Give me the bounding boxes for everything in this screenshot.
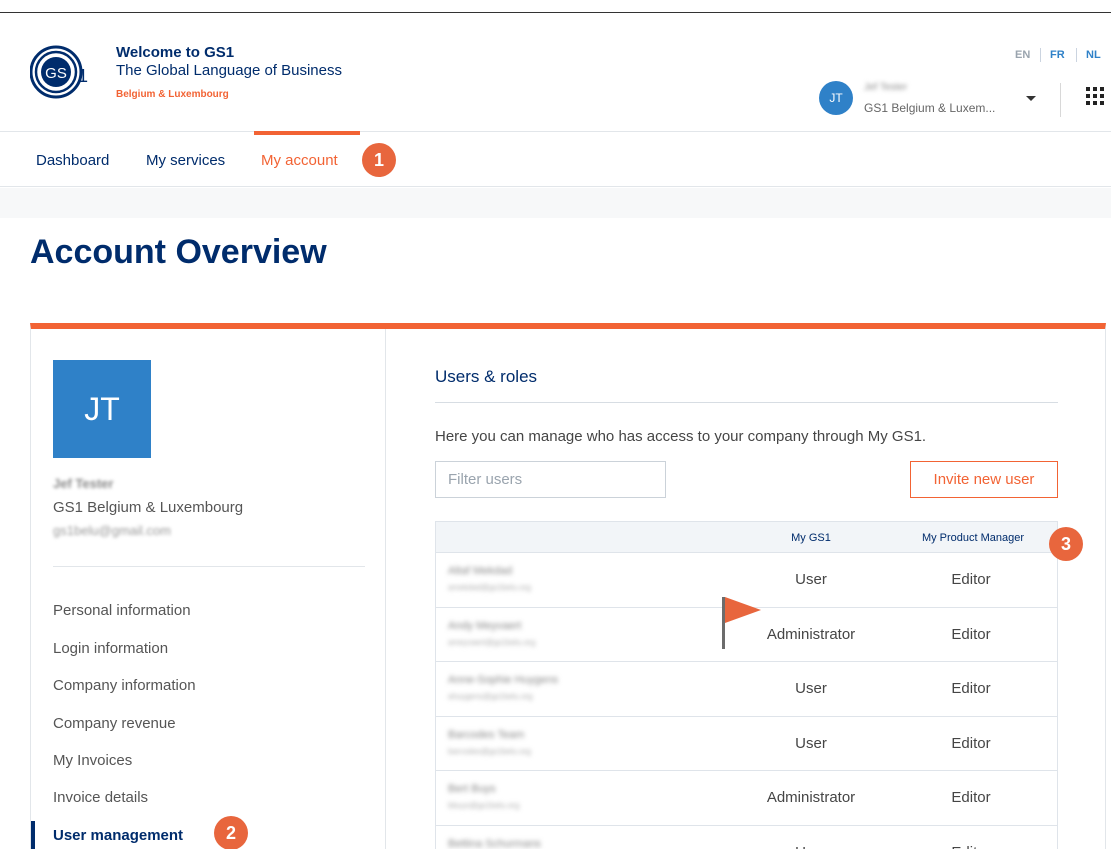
lang-en[interactable]: EN bbox=[1015, 49, 1030, 61]
user-product-manager-role: Editor bbox=[951, 625, 991, 643]
filter-users-input[interactable] bbox=[435, 461, 666, 498]
brand-subtitle: The Global Language of Business bbox=[116, 62, 342, 79]
chevron-down-icon[interactable] bbox=[1026, 96, 1036, 101]
svg-text:GS: GS bbox=[45, 65, 67, 82]
user-product-manager-role: Editor bbox=[951, 734, 991, 752]
lang-separator bbox=[1040, 48, 1041, 62]
step-badge-1: 1 bbox=[362, 143, 396, 177]
svg-text:1: 1 bbox=[78, 66, 88, 86]
users-table: My GS1 My Product Manager Altaf Mekdad am… bbox=[435, 521, 1058, 849]
account-sidebar: JT Jef Tester GS1 Belgium & Luxembourg g… bbox=[31, 329, 386, 849]
column-header-my-gs1[interactable]: My GS1 bbox=[776, 532, 846, 544]
account-card: JT Jef Tester GS1 Belgium & Luxembourg g… bbox=[30, 323, 1106, 849]
sidebar-divider bbox=[53, 566, 365, 567]
user-product-manager-role: Editor bbox=[916, 844, 1026, 849]
nav-my-services[interactable]: My services bbox=[146, 152, 225, 169]
profile-avatar: JT bbox=[53, 360, 151, 458]
page-title: Account Overview bbox=[30, 233, 327, 271]
sidebar-item-personal-information[interactable]: Personal information bbox=[53, 602, 191, 619]
top-rule bbox=[0, 12, 1111, 13]
user-product-manager-role: Editor bbox=[951, 789, 991, 806]
subheader-band bbox=[0, 188, 1111, 218]
table-row[interactable]: Bert Buys bbuys@gs1belu.org Administrator E… bbox=[435, 771, 1058, 826]
header-divider bbox=[1060, 83, 1061, 117]
main-nav: Dashboard My services My account 1 bbox=[0, 131, 1111, 187]
profile-name: Jef Tester bbox=[53, 476, 114, 491]
table-row[interactable]: Bettina Schurmansbschurmans@gs1belu.orgU… bbox=[435, 825, 1058, 849]
section-description: Here you can manage who has access to yo… bbox=[435, 428, 927, 445]
user-my-gs1-role: User bbox=[726, 844, 896, 849]
sidebar-item-user-management[interactable]: User management bbox=[53, 827, 183, 844]
profile-org: GS1 Belgium & Luxembourg bbox=[53, 499, 244, 516]
gs1-logo[interactable]: GS 1 bbox=[30, 42, 92, 102]
step-badge-2: 2 bbox=[214, 816, 248, 849]
user-email: amekdad@gs1belu.org bbox=[448, 583, 531, 592]
user-name: Bert Buys bbox=[448, 783, 496, 795]
user-my-gs1-role: Administrator bbox=[766, 789, 856, 806]
user-name: Jef Tester bbox=[864, 82, 908, 93]
brand-title: Welcome to GS1 bbox=[116, 44, 235, 61]
user-name: Bettina Schurmans bbox=[448, 837, 541, 849]
lang-fr[interactable]: FR bbox=[1050, 49, 1065, 61]
table-row[interactable]: Barcodes Team barcodes@gs1belu.org User Edi… bbox=[435, 716, 1058, 771]
profile-email: gs1belu@gmail.com bbox=[53, 523, 171, 538]
nav-active-indicator bbox=[254, 131, 360, 135]
sidebar-item-login-information[interactable]: Login information bbox=[53, 640, 168, 657]
user-product-manager-role: Editor bbox=[951, 571, 991, 588]
sidebar-item-invoice-details[interactable]: Invoice details bbox=[53, 789, 148, 806]
invite-new-user-button[interactable]: Invite new user bbox=[910, 461, 1058, 498]
sidebar-active-marker bbox=[31, 821, 35, 849]
sidebar-item-company-revenue[interactable]: Company revenue bbox=[53, 715, 176, 732]
sidebar-item-my-invoices[interactable]: My Invoices bbox=[53, 752, 132, 769]
table-header: My GS1 My Product Manager bbox=[435, 521, 1058, 553]
nav-my-account[interactable]: My account bbox=[261, 152, 338, 169]
sidebar-item-company-information[interactable]: Company information bbox=[53, 677, 196, 694]
user-my-gs1-role: User bbox=[795, 734, 827, 752]
column-header-my-product-manager[interactable]: My Product Manager bbox=[898, 532, 1048, 544]
section-title: Users & roles bbox=[435, 367, 538, 386]
lang-separator bbox=[1076, 48, 1077, 62]
user-org[interactable]: GS1 Belgium & Luxem... bbox=[864, 101, 995, 115]
user-email: barcodes@gs1belu.org bbox=[448, 746, 531, 756]
nav-dashboard[interactable]: Dashboard bbox=[36, 152, 109, 169]
user-product-manager-role: Editor bbox=[951, 680, 991, 697]
brand-region: Belgium & Luxembourg bbox=[116, 89, 229, 100]
user-my-gs1-role: Administrator bbox=[766, 625, 856, 643]
lang-nl[interactable]: NL bbox=[1086, 49, 1101, 61]
section-divider bbox=[435, 402, 1058, 403]
flag-icon bbox=[725, 597, 761, 623]
user-name: Anne-Sophie Huygens bbox=[448, 674, 559, 686]
user-avatar[interactable]: JT bbox=[819, 81, 853, 115]
user-email: ahuygens@gs1belu.org bbox=[448, 692, 533, 701]
user-my-gs1-role: User bbox=[795, 680, 827, 697]
user-email: ameyvaert@gs1belu.org bbox=[448, 637, 536, 647]
apps-grid-icon[interactable] bbox=[1086, 87, 1104, 105]
user-email: bbuys@gs1belu.org bbox=[448, 801, 520, 810]
users-roles-section: Users & roles Here you can manage who ha… bbox=[435, 329, 1059, 849]
user-name: Barcodes Team bbox=[448, 728, 525, 741]
step-badge-3: 3 bbox=[1049, 527, 1083, 561]
user-my-gs1-role: User bbox=[795, 571, 827, 588]
user-name: Altaf Mekdad bbox=[448, 565, 513, 577]
user-name: Andy Meyvaert bbox=[448, 619, 522, 632]
table-row[interactable]: Anne-Sophie Huygens ahuygens@gs1belu.org U… bbox=[435, 662, 1058, 717]
